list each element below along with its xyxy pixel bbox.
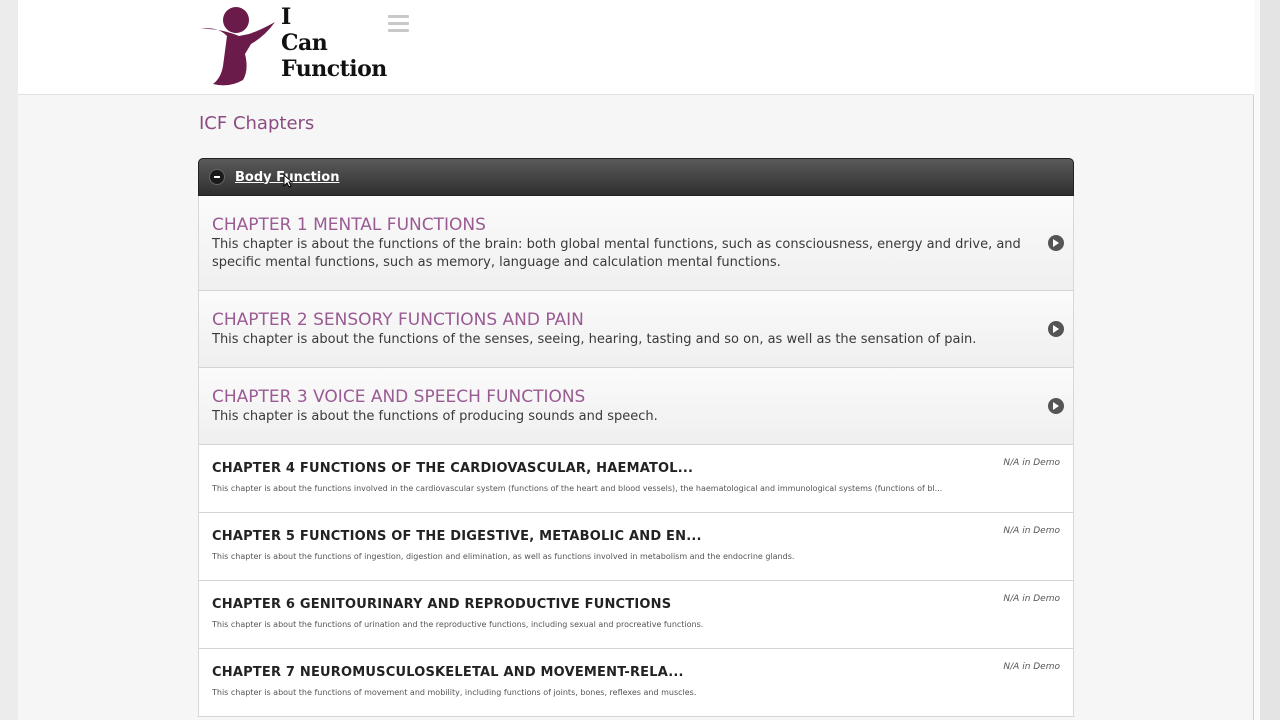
window-frame-right [1260,0,1280,720]
na-in-demo-badge: N/A in Demo [1003,526,1060,536]
collapse-minus-icon[interactable] [210,170,224,184]
na-in-demo-badge: N/A in Demo [1003,662,1060,672]
chevron-right-icon[interactable] [1048,398,1064,414]
chapter-desc: This chapter is about the functions of t… [212,332,977,347]
chapter-6-item: CHAPTER 6 GENITOURINARY AND REPRODUCTIVE… [198,581,1074,649]
chapter-1-item[interactable]: CHAPTER 1 MENTAL FUNCTIONS This chapter … [198,196,1074,291]
logo-line3: Function [281,56,387,82]
page-title: ICF Chapters [199,113,315,134]
scrollbar-track[interactable] [1253,0,1260,720]
logo-line1: I [281,4,291,30]
chapter-desc: This chapter is about the functions of m… [212,688,697,697]
chapter-title: CHAPTER 3 VOICE AND SPEECH FUNCTIONS [212,387,586,407]
chapter-4-item: CHAPTER 4 FUNCTIONS OF THE CARDIOVASCULA… [198,445,1074,513]
logo-line2: Can [281,30,328,56]
chevron-right-icon[interactable] [1048,321,1064,337]
header: I Can Function [18,0,1254,95]
panel-header[interactable]: Body Function [198,158,1074,196]
chapter-desc: This chapter is about the functions of t… [212,237,1021,270]
na-in-demo-badge: N/A in Demo [1003,458,1060,468]
chapter-desc: This chapter is about the functions of i… [212,552,795,561]
chapter-2-item[interactable]: CHAPTER 2 SENSORY FUNCTIONS AND PAIN Thi… [198,291,1074,368]
chapter-title: CHAPTER 7 NEUROMUSCULOSKELETAL AND MOVEM… [212,665,684,680]
window-frame-left [0,0,18,720]
chapter-title: CHAPTER 4 FUNCTIONS OF THE CARDIOVASCULA… [212,461,694,476]
na-in-demo-badge: N/A in Demo [1003,594,1060,604]
chapter-7-item: CHAPTER 7 NEUROMUSCULOSKELETAL AND MOVEM… [198,649,1074,717]
chapter-title: CHAPTER 1 MENTAL FUNCTIONS [212,215,486,235]
chapter-title: CHAPTER 5 FUNCTIONS OF THE DIGESTIVE, ME… [212,529,702,544]
chapter-3-item[interactable]: CHAPTER 3 VOICE AND SPEECH FUNCTIONS Thi… [198,368,1074,445]
logo-text: I Can Function [281,4,387,82]
chapter-desc: This chapter is about the functions invo… [212,484,943,493]
chapter-title: CHAPTER 6 GENITOURINARY AND REPRODUCTIVE… [212,597,672,612]
chevron-right-icon[interactable] [1048,235,1064,251]
chapter-title: CHAPTER 2 SENSORY FUNCTIONS AND PAIN [212,310,584,330]
mouse-cursor-icon [283,174,293,188]
hamburger-menu-icon[interactable] [388,15,409,33]
chapter-desc: This chapter is about the functions of p… [212,409,658,424]
chapter-5-item: CHAPTER 5 FUNCTIONS OF THE DIGESTIVE, ME… [198,513,1074,581]
body-function-panel: Body Function CHAPTER 1 MENTAL FUNCTIONS… [198,158,1074,717]
chapter-desc: This chapter is about the functions of u… [212,620,704,629]
